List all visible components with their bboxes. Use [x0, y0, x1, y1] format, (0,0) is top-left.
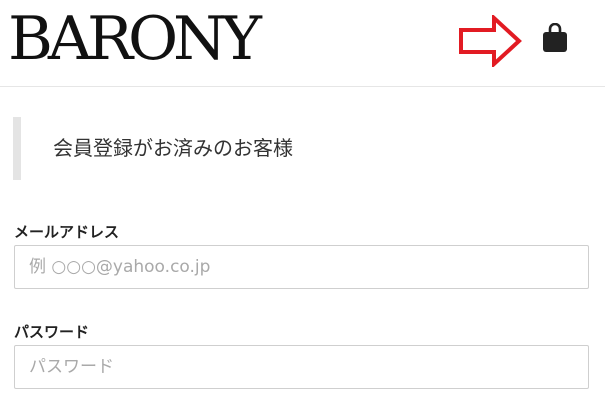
barony-logo[interactable]: BARONY [8, 6, 262, 72]
site-header: BARONY [0, 0, 605, 87]
password-label: パスワード [14, 323, 90, 341]
shopping-bag-icon[interactable] [540, 23, 570, 53]
member-login-section-header: 会員登録がお済みのお客様 [13, 117, 573, 180]
section-accent-bar [13, 117, 21, 180]
password-field[interactable] [14, 345, 589, 389]
email-field[interactable] [14, 245, 589, 289]
email-label: メールアドレス [14, 223, 120, 241]
section-title: 会員登録がお済みのお客様 [53, 136, 293, 160]
arrow-right-icon [459, 15, 522, 67]
